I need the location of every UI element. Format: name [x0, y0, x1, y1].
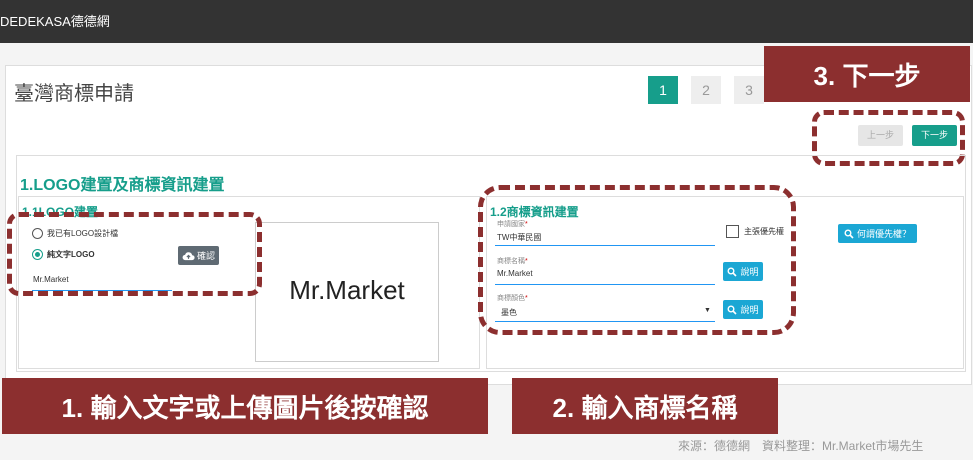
section-title: 1.LOGO建置及商標資訊建置 — [20, 177, 225, 194]
annotation-next-step: 3. 下一步 — [764, 46, 970, 102]
logo-preview: Mr.Market — [255, 222, 439, 362]
step-1[interactable]: 1 — [648, 76, 678, 104]
priority-info-button[interactable]: 何謂優先權？ — [838, 224, 917, 243]
step-2[interactable]: 2 — [691, 76, 721, 104]
search-icon — [844, 229, 854, 239]
top-bar: DEDEKASA德德網 — [0, 0, 973, 43]
logo-preview-text: Mr.Market — [289, 275, 405, 305]
source-credit: 來源：德德網 資料整理：Mr.Market市場先生 — [678, 439, 924, 453]
brand-logo[interactable]: DEDEKASA德德網 — [0, 11, 110, 30]
annotation-step-1: 1. 輸入文字或上傳圖片後按確認 — [2, 378, 488, 434]
prev-button[interactable]: 上一步 — [858, 125, 903, 146]
page-title: 臺灣商標申請 — [14, 83, 134, 105]
annotation-step-2: 2. 輸入商標名稱 — [512, 378, 778, 434]
annotation-frame-logo — [7, 212, 262, 296]
next-button[interactable]: 下一步 — [912, 125, 957, 146]
annotation-frame-info — [478, 185, 796, 335]
step-3[interactable]: 3 — [734, 76, 764, 104]
priority-info-button-label: 何謂優先權？ — [856, 229, 911, 239]
